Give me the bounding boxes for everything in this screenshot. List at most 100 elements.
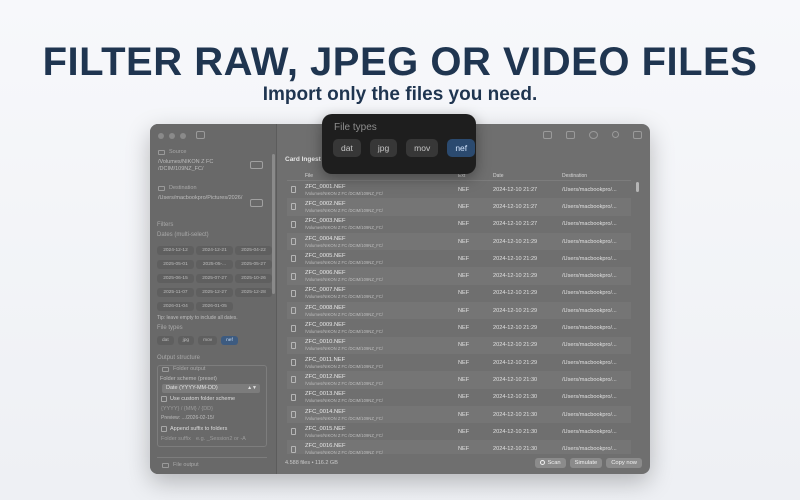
popover-chip-mov[interactable]: mov (406, 139, 439, 157)
file-date: 2024-12-10 21:29 (493, 325, 538, 332)
popover-chip-jpg[interactable]: jpg (369, 139, 398, 157)
custom-scheme-input[interactable]: {YYYY} / {MM} / {DD} (161, 406, 213, 413)
sidebar-scrollbar[interactable] (272, 154, 275, 294)
table-row[interactable]: ZFC_0009.NEF/Volumes/NIKON Z FC /DCIM/10… (287, 319, 631, 336)
file-name: ZFC_0003.NEF (305, 218, 346, 225)
window-controls[interactable] (158, 133, 186, 139)
folder-scheme-select[interactable]: Date (YYYY-MM-DD) ▲▼ (162, 384, 260, 393)
file-destination: /Users/macbookpro/... (562, 290, 617, 297)
file-date: 2024-12-10 21:29 (493, 238, 538, 245)
search-icon[interactable] (612, 131, 619, 138)
date-chip[interactable]: 2025-05-27 (235, 260, 272, 269)
table-row[interactable]: ZFC_0012.NEF/Volumes/NIKON Z FC /DCIM/10… (287, 371, 631, 389)
column-destination[interactable]: Destination (562, 173, 631, 179)
date-chip[interactable]: 2026-01-04 (157, 302, 194, 311)
folder-suffix-input[interactable]: e.g. _Session2 or -A (196, 436, 246, 443)
table-scrollbar[interactable] (636, 182, 639, 192)
popover-chip-dat[interactable]: dat (333, 139, 361, 157)
hero-subtitle: Import only the files you need. (262, 84, 538, 105)
table-row[interactable]: ZFC_0010.NEF/Volumes/NIKON Z FC /DCIM/10… (287, 336, 631, 354)
table-row[interactable]: ZFC_0014.NEF/Volumes/NIKON Z FC /DCIM/10… (287, 405, 631, 424)
date-chip[interactable]: 2026-01-05 (196, 302, 233, 311)
table-row[interactable]: ZFC_0001.NEF/Volumes/NIKON Z FC /DCIM/10… (287, 181, 631, 198)
date-chip[interactable]: 2025-12-28 (235, 288, 272, 297)
dates-tip: Tip: leave empty to include all dates. (157, 315, 238, 321)
table-row[interactable]: ZFC_0015.NEF/Volumes/NIKON Z FC /DCIM/10… (287, 423, 631, 440)
file-destination: /Users/macbookpro/... (562, 255, 617, 262)
date-chip[interactable]: 2025-05-... (196, 260, 233, 269)
folder-icon (162, 367, 169, 372)
file-destination: /Users/macbookpro/... (562, 411, 617, 418)
file-path: /Volumes/NIKON Z FC /DCIM/109NZ_FC/ (305, 329, 383, 335)
table-row[interactable]: ZFC_0006.NEF/Volumes/NIKON Z FC /DCIM/10… (287, 267, 631, 285)
date-chip[interactable]: 2025-12-27 (196, 288, 233, 297)
file-name: ZFC_0004.NEF (305, 235, 346, 242)
file-date: 2024-12-10 21:30 (493, 411, 538, 418)
table-row[interactable]: ZFC_0008.NEF/Volumes/NIKON Z FC /DCIM/10… (287, 302, 631, 320)
zoom-dot[interactable] (180, 133, 186, 139)
file-name: ZFC_0006.NEF (305, 270, 346, 277)
file-type-chip-nef[interactable]: nef (221, 336, 238, 345)
file-date: 2024-12-10 21:30 (493, 394, 538, 401)
table-row[interactable]: ZFC_0004.NEF/Volumes/NIKON Z FC /DCIM/10… (287, 232, 631, 251)
custom-scheme-checkbox[interactable] (161, 396, 167, 402)
table-row[interactable]: ZFC_0016.NEF/Volumes/NIKON Z FC /DCIM/10… (287, 440, 631, 454)
file-type-chip-mov[interactable]: mov (198, 336, 218, 345)
file-date: 2024-12-10 21:27 (493, 221, 538, 228)
close-dot[interactable] (158, 133, 164, 139)
folder-icon (158, 186, 165, 191)
file-destination: /Users/macbookpro/... (562, 307, 617, 314)
file-type-chip-jpg[interactable]: jpg (177, 336, 195, 345)
sidebar-right-icon[interactable] (633, 131, 642, 139)
append-suffix-checkbox[interactable] (161, 426, 167, 432)
file-destination: /Users/macbookpro/... (562, 203, 617, 210)
simulate-button[interactable]: Simulate (569, 458, 603, 468)
date-chip[interactable]: 2025-10-26 (235, 274, 272, 283)
sidebar-toggle-icon[interactable] (196, 131, 205, 139)
drive-icon[interactable] (566, 131, 575, 139)
date-chip[interactable]: 2024-12-21 (196, 246, 233, 255)
table-row[interactable]: ZFC_0013.NEF/Volumes/NIKON Z FC /DCIM/10… (287, 389, 631, 406)
popover-chip-nef[interactable]: nef (447, 139, 476, 157)
file-path: /Volumes/NIKON Z FC /DCIM/109NZ_FC/ (305, 398, 383, 404)
table-row[interactable]: ZFC_0011.NEF/Volumes/NIKON Z FC /DCIM/10… (287, 354, 631, 371)
choose-destination-button[interactable] (250, 199, 263, 207)
folder-icon[interactable] (543, 131, 552, 139)
circle-icon[interactable] (589, 131, 598, 139)
date-chip[interactable]: 2025-06-15 (157, 274, 194, 283)
destination-path: /Users/macbookpro/Pictures/2026/ (158, 195, 243, 201)
file-types-label: File types (157, 325, 183, 331)
date-chips: 2024-12-12 2024-12-21 2025-04-22 2025-05… (157, 246, 272, 311)
file-path: /Volumes/NIKON Z FC /DCIM/109NZ_FC/ (305, 432, 383, 438)
file-type-chip-dat[interactable]: dat (157, 336, 174, 345)
copy-now-button[interactable]: Copy now (606, 458, 642, 468)
choose-source-button[interactable] (250, 161, 263, 169)
file-name: ZFC_0011.NEF (305, 356, 346, 363)
file-date: 2024-12-10 21:29 (493, 255, 538, 262)
file-destination: /Users/macbookpro/... (562, 376, 617, 383)
filters-label: Filters (157, 222, 174, 228)
file-destination: /Users/macbookpro/... (562, 221, 617, 228)
minimize-dot[interactable] (169, 133, 175, 139)
date-chip[interactable]: 2025-04-22 (235, 246, 272, 255)
file-destination: /Users/macbookpro/... (562, 186, 617, 193)
hero-title: FILTER RAW, JPEG OR VIDEO FILES (42, 40, 758, 84)
table-row[interactable]: ZFC_0002.NEF/Volumes/NIKON Z FC /DCIM/10… (287, 198, 631, 216)
date-chip[interactable]: 2025-05-01 (157, 260, 194, 269)
card-ingest-title: Card Ingest (285, 156, 321, 163)
column-date[interactable]: Date (493, 173, 562, 179)
table-row[interactable]: ZFC_0007.NEF/Volumes/NIKON Z FC /DCIM/10… (287, 285, 631, 302)
date-chip[interactable]: 2025-07-27 (196, 274, 233, 283)
table-row[interactable]: ZFC_0003.NEF/Volumes/NIKON Z FC /DCIM/10… (287, 216, 631, 233)
folder-scheme-label: Folder scheme (preset) (160, 376, 217, 382)
date-chip[interactable]: 2024-12-12 (157, 246, 194, 255)
table-row[interactable]: ZFC_0005.NEF/Volumes/NIKON Z FC /DCIM/10… (287, 250, 631, 267)
scan-button[interactable]: Scan (535, 458, 566, 468)
file-destination: /Users/macbookpro/... (562, 273, 617, 280)
file-date: 2024-12-10 21:29 (493, 307, 538, 314)
scan-label: Scan (547, 460, 561, 466)
file-name: ZFC_0008.NEF (305, 304, 346, 311)
file-destination: /Users/macbookpro/... (562, 325, 617, 332)
status-text: 4.588 files • 116.2 GB (285, 460, 338, 466)
date-chip[interactable]: 2025-11-07 (157, 288, 194, 297)
